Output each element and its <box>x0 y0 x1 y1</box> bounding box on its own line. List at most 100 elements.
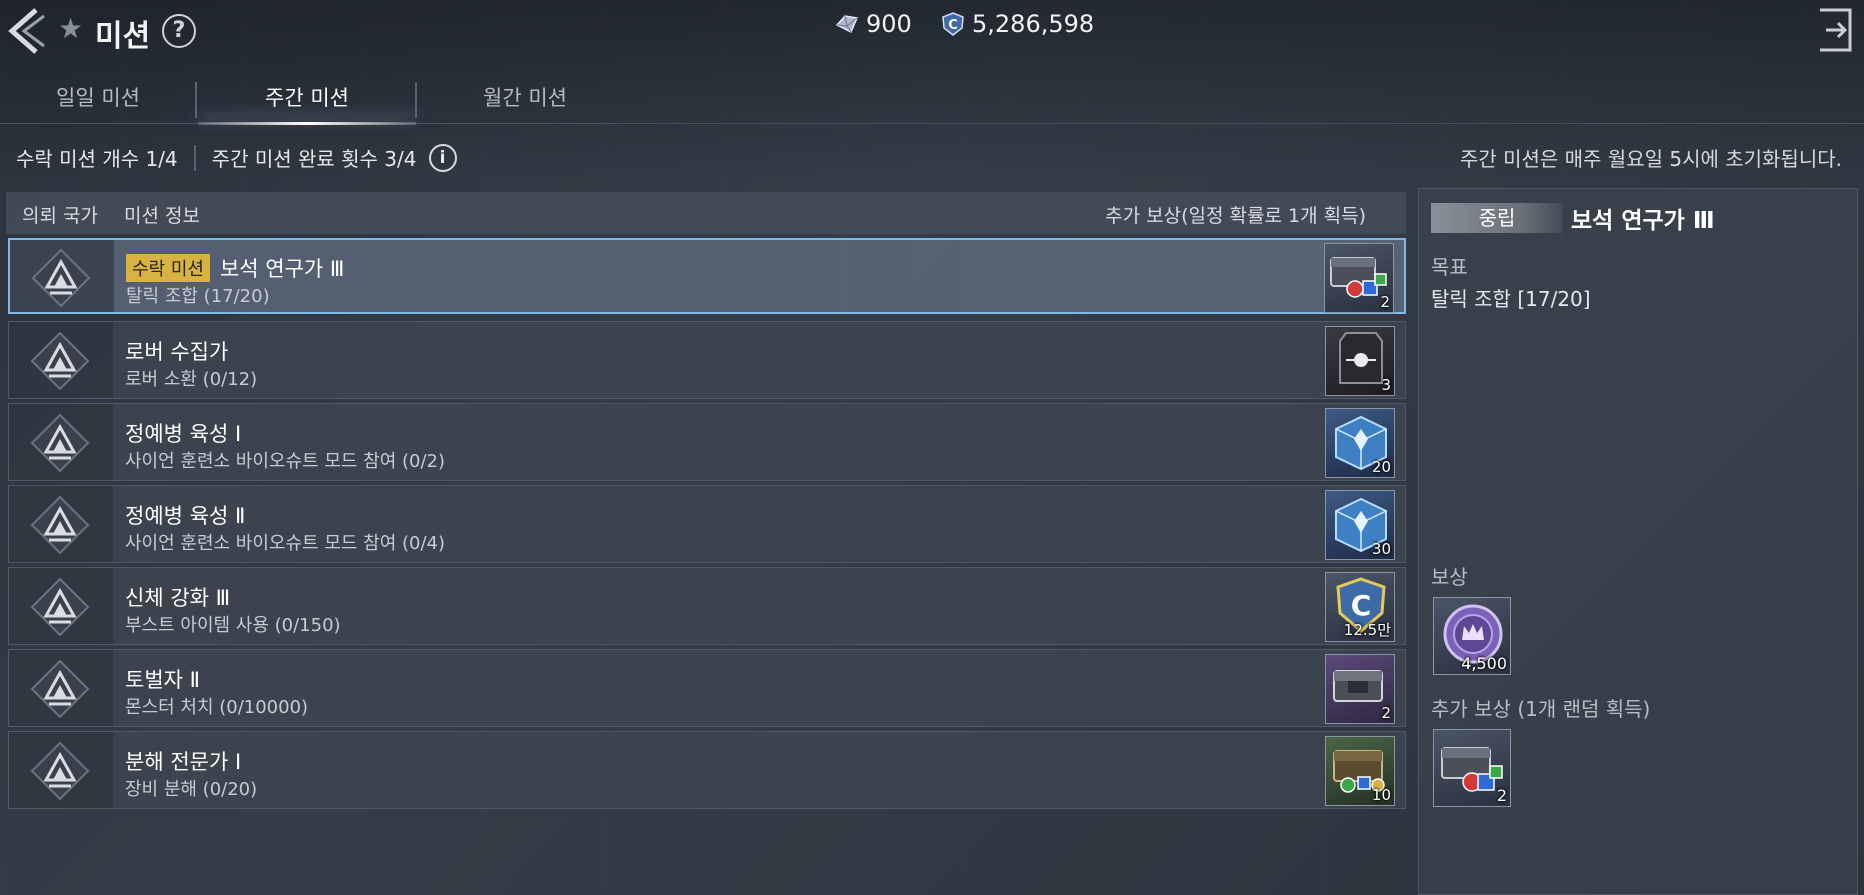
mission-title-line: 정예병 육성 Ⅱ <box>125 500 245 530</box>
mission-title: 신체 강화 Ⅲ <box>125 586 231 610</box>
nation-cell <box>9 568 113 644</box>
extra-reward-item[interactable]: 2 <box>1325 654 1395 724</box>
reward-count: 20 <box>1371 458 1391 476</box>
help-icon[interactable]: ? <box>162 14 196 48</box>
weekly-completed-count: 주간 미션 완료 횟수 3/4 <box>211 147 417 171</box>
exit-button[interactable] <box>1816 6 1856 54</box>
extra-reward-item[interactable]: 20 <box>1325 408 1395 478</box>
top-bar: ★ 미션 ? 900 C 5,286,598 <box>0 0 1864 62</box>
mission-desc: 몬스터 처치 (0/10000) <box>125 697 309 718</box>
mission-title-line: 신체 강화 Ⅲ <box>125 582 230 612</box>
info-divider <box>193 144 196 171</box>
header-mission-info: 미션 정보 <box>124 205 200 227</box>
gem-currency: 900 <box>834 10 912 38</box>
extra-reward-item[interactable]: 2 <box>1324 243 1394 313</box>
mission-title: 토벌자 Ⅱ <box>125 668 200 692</box>
mission-desc: 사이언 훈련소 바이오슈트 모드 참여 (0/2) <box>125 451 446 472</box>
faction-badge: 중립 <box>1431 203 1563 233</box>
extra-reward-item[interactable]: C 12.5만 <box>1325 572 1395 642</box>
goal-label: 목표 <box>1431 255 1468 279</box>
reward-count: 3 <box>1381 376 1391 394</box>
mission-detail-panel: 중립 보석 연구가 Ⅲ 목표 탈릭 조합 [17/20] 보상 4,500 추가… <box>1418 188 1858 895</box>
neutral-nation-emblem-icon <box>30 331 90 391</box>
nation-cell <box>9 732 113 808</box>
mission-row[interactable]: 정예병 육성 Ⅰ 사이언 훈련소 바이오슈트 모드 참여 (0/2) 20 <box>8 403 1406 481</box>
list-header: 의뢰 국가 미션 정보 추가 보상(일정 확률로 1개 획득) <box>6 192 1406 234</box>
mission-desc: 부스트 아이템 사용 (0/150) <box>125 615 341 636</box>
detail-title: 보석 연구가 Ⅲ <box>1571 208 1715 234</box>
tab-weekly[interactable]: 주간 미션 <box>198 76 416 125</box>
neutral-nation-emblem-icon <box>30 659 90 719</box>
mission-row[interactable]: 신체 강화 Ⅲ 부스트 아이템 사용 (0/150) C 12.5만 <box>8 567 1406 645</box>
mission-title: 보석 연구가 Ⅲ <box>219 257 345 281</box>
mission-title: 정예병 육성 Ⅱ <box>125 504 246 528</box>
neutral-nation-emblem-icon <box>30 577 90 637</box>
accepted-count: 수락 미션 개수 1/4 <box>16 147 178 171</box>
mission-title-line: 정예병 육성 Ⅰ <box>125 418 241 448</box>
mission-row[interactable]: 수락 미션 보석 연구가 Ⅲ 탈릭 조합 (17/20) 2 <box>8 238 1406 314</box>
credit-currency: C 5,286,598 <box>940 10 1094 38</box>
mission-title-line: 토벌자 Ⅱ <box>125 664 200 694</box>
mission-title: 분해 전문가 Ⅰ <box>125 750 242 774</box>
mission-desc: 장비 분해 (0/20) <box>125 779 258 800</box>
reset-note: 주간 미션은 매주 월요일 5시에 초기화됩니다. <box>1459 147 1842 171</box>
extra-reward-item[interactable]: 3 <box>1325 326 1395 396</box>
reward-count: 10 <box>1371 786 1391 804</box>
nation-cell <box>9 486 113 562</box>
goal-value: 탈릭 조합 [17/20] <box>1431 287 1591 311</box>
mission-desc: 사이언 훈련소 바이오슈트 모드 참여 (0/4) <box>125 533 446 554</box>
extra-reward-item[interactable]: 2 <box>1433 729 1511 807</box>
header-extra-reward: 추가 보상(일정 확률로 1개 획득) <box>1105 205 1366 227</box>
back-arrow-icon <box>8 8 45 54</box>
tab-divider <box>195 82 197 118</box>
tab-daily[interactable]: 일일 미션 <box>0 76 196 124</box>
reward-label: 보상 <box>1431 565 1468 589</box>
credit-icon: C <box>942 12 964 36</box>
mission-row[interactable]: 분해 전문가 Ⅰ 장비 분해 (0/20) 10 <box>8 731 1406 809</box>
mission-title-line: 수락 미션 보석 연구가 Ⅲ <box>126 253 344 283</box>
neutral-nation-emblem-icon <box>30 495 90 555</box>
mission-title-line: 로버 수집가 <box>125 336 228 366</box>
exit-icon <box>1820 8 1852 52</box>
reward-count: 30 <box>1371 540 1391 558</box>
svg-text:C: C <box>948 18 958 33</box>
info-icon[interactable]: i <box>428 143 457 172</box>
mission-title-line: 분해 전문가 Ⅰ <box>125 746 241 776</box>
reward-item[interactable]: 4,500 <box>1433 597 1511 675</box>
reward-count: 2 <box>1380 293 1390 311</box>
reward-count: 4,500 <box>1461 654 1507 673</box>
mission-desc: 탈릭 조합 (17/20) <box>126 286 270 307</box>
gem-amount: 900 <box>866 10 912 38</box>
extra-reward-item[interactable]: 10 <box>1325 736 1395 806</box>
extra-reward-count: 2 <box>1496 786 1507 805</box>
svg-text:C: C <box>1351 589 1372 622</box>
mission-tabs: 일일 미션 주간 미션 월간 미션 <box>0 76 1864 125</box>
nation-cell <box>9 322 113 398</box>
neutral-nation-emblem-icon <box>30 413 90 473</box>
credit-amount: 5,286,598 <box>972 10 1095 38</box>
header-nation: 의뢰 국가 <box>22 205 98 227</box>
mission-title: 정예병 육성 Ⅰ <box>125 422 242 446</box>
gem-icon <box>835 15 859 34</box>
tab-divider <box>415 82 417 118</box>
neutral-nation-emblem-icon <box>30 741 90 801</box>
reward-count: 2 <box>1381 704 1391 722</box>
mission-row[interactable]: 정예병 육성 Ⅱ 사이언 훈련소 바이오슈트 모드 참여 (0/4) 30 <box>8 485 1406 563</box>
reward-count: 12.5만 <box>1343 621 1391 639</box>
nation-cell <box>9 650 113 726</box>
nation-cell <box>9 404 113 480</box>
tab-monthly[interactable]: 월간 미션 <box>420 76 630 124</box>
back-button[interactable] <box>4 6 46 56</box>
mission-title: 로버 수집가 <box>125 340 229 364</box>
mission-row[interactable]: 로버 수집가로버 소환 (0/12) 3 <box>8 321 1406 399</box>
neutral-nation-emblem-icon <box>31 248 91 308</box>
mission-list: 의뢰 국가 미션 정보 추가 보상(일정 확률로 1개 획득) 수락 미션 보석 … <box>6 192 1406 895</box>
accepted-mission-tag: 수락 미션 <box>126 254 210 282</box>
nation-cell <box>10 240 114 312</box>
mission-desc: 로버 소환 (0/12) <box>125 369 258 390</box>
mission-info-bar: 수락 미션 개수 1/4 주간 미션 완료 횟수 3/4 i <box>16 143 457 172</box>
extra-reward-label: 추가 보상 (1개 랜덤 획득) <box>1431 697 1651 721</box>
extra-reward-item[interactable]: 30 <box>1325 490 1395 560</box>
mission-row[interactable]: 토벌자 Ⅱ 몬스터 처치 (0/10000) 2 <box>8 649 1406 727</box>
star-icon: ★ <box>58 12 84 45</box>
